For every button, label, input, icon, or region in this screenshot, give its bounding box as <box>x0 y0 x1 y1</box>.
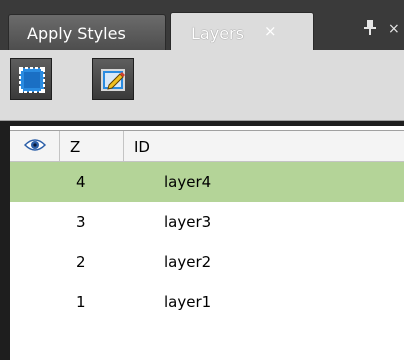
layer-id: layer4 <box>164 173 212 191</box>
column-header-id[interactable]: ID <box>124 131 404 161</box>
table-row[interactable]: 1 layer1 <box>10 282 404 322</box>
column-header-visibility[interactable] <box>10 131 60 161</box>
layer-z-index: 1 <box>76 293 86 311</box>
panel-controls: × <box>363 20 404 40</box>
table-row[interactable]: 2 layer2 <box>10 242 404 282</box>
close-icon[interactable]: × <box>388 21 400 37</box>
table-header: Z ID <box>10 130 404 162</box>
column-header-z[interactable]: Z <box>60 131 124 161</box>
tab-label: Apply Styles <box>27 24 126 43</box>
layer-z-index: 4 <box>76 173 86 191</box>
pin-icon[interactable] <box>363 20 377 40</box>
layer-z-index: 3 <box>76 213 86 231</box>
layers-table: Z ID 4 layer4 3 layer3 2 layer2 1 layer1 <box>10 126 404 360</box>
column-header-label: ID <box>134 138 150 156</box>
layer-z-index: 2 <box>76 253 86 271</box>
layers-toolbar <box>0 50 404 121</box>
tab-strip: Apply Styles Layers × × <box>0 0 404 50</box>
table-row[interactable]: 3 layer3 <box>10 202 404 242</box>
tab-apply-styles[interactable]: Apply Styles <box>8 14 166 50</box>
layers-panel: Apply Styles Layers × × Z ID 4 layer4 3 … <box>0 0 404 360</box>
column-header-label: Z <box>70 138 81 156</box>
layer-id: layer1 <box>164 293 212 311</box>
tab-label: Layers <box>191 24 244 43</box>
close-icon[interactable]: × <box>264 23 277 39</box>
edit-layer-button[interactable] <box>92 58 134 100</box>
draw-layer-button[interactable] <box>10 58 52 100</box>
tab-layers[interactable]: Layers × <box>170 12 314 50</box>
layer-id: layer2 <box>164 253 212 271</box>
eye-icon <box>24 139 46 151</box>
table-row[interactable]: 4 layer4 <box>10 162 404 202</box>
layer-id: layer3 <box>164 213 212 231</box>
